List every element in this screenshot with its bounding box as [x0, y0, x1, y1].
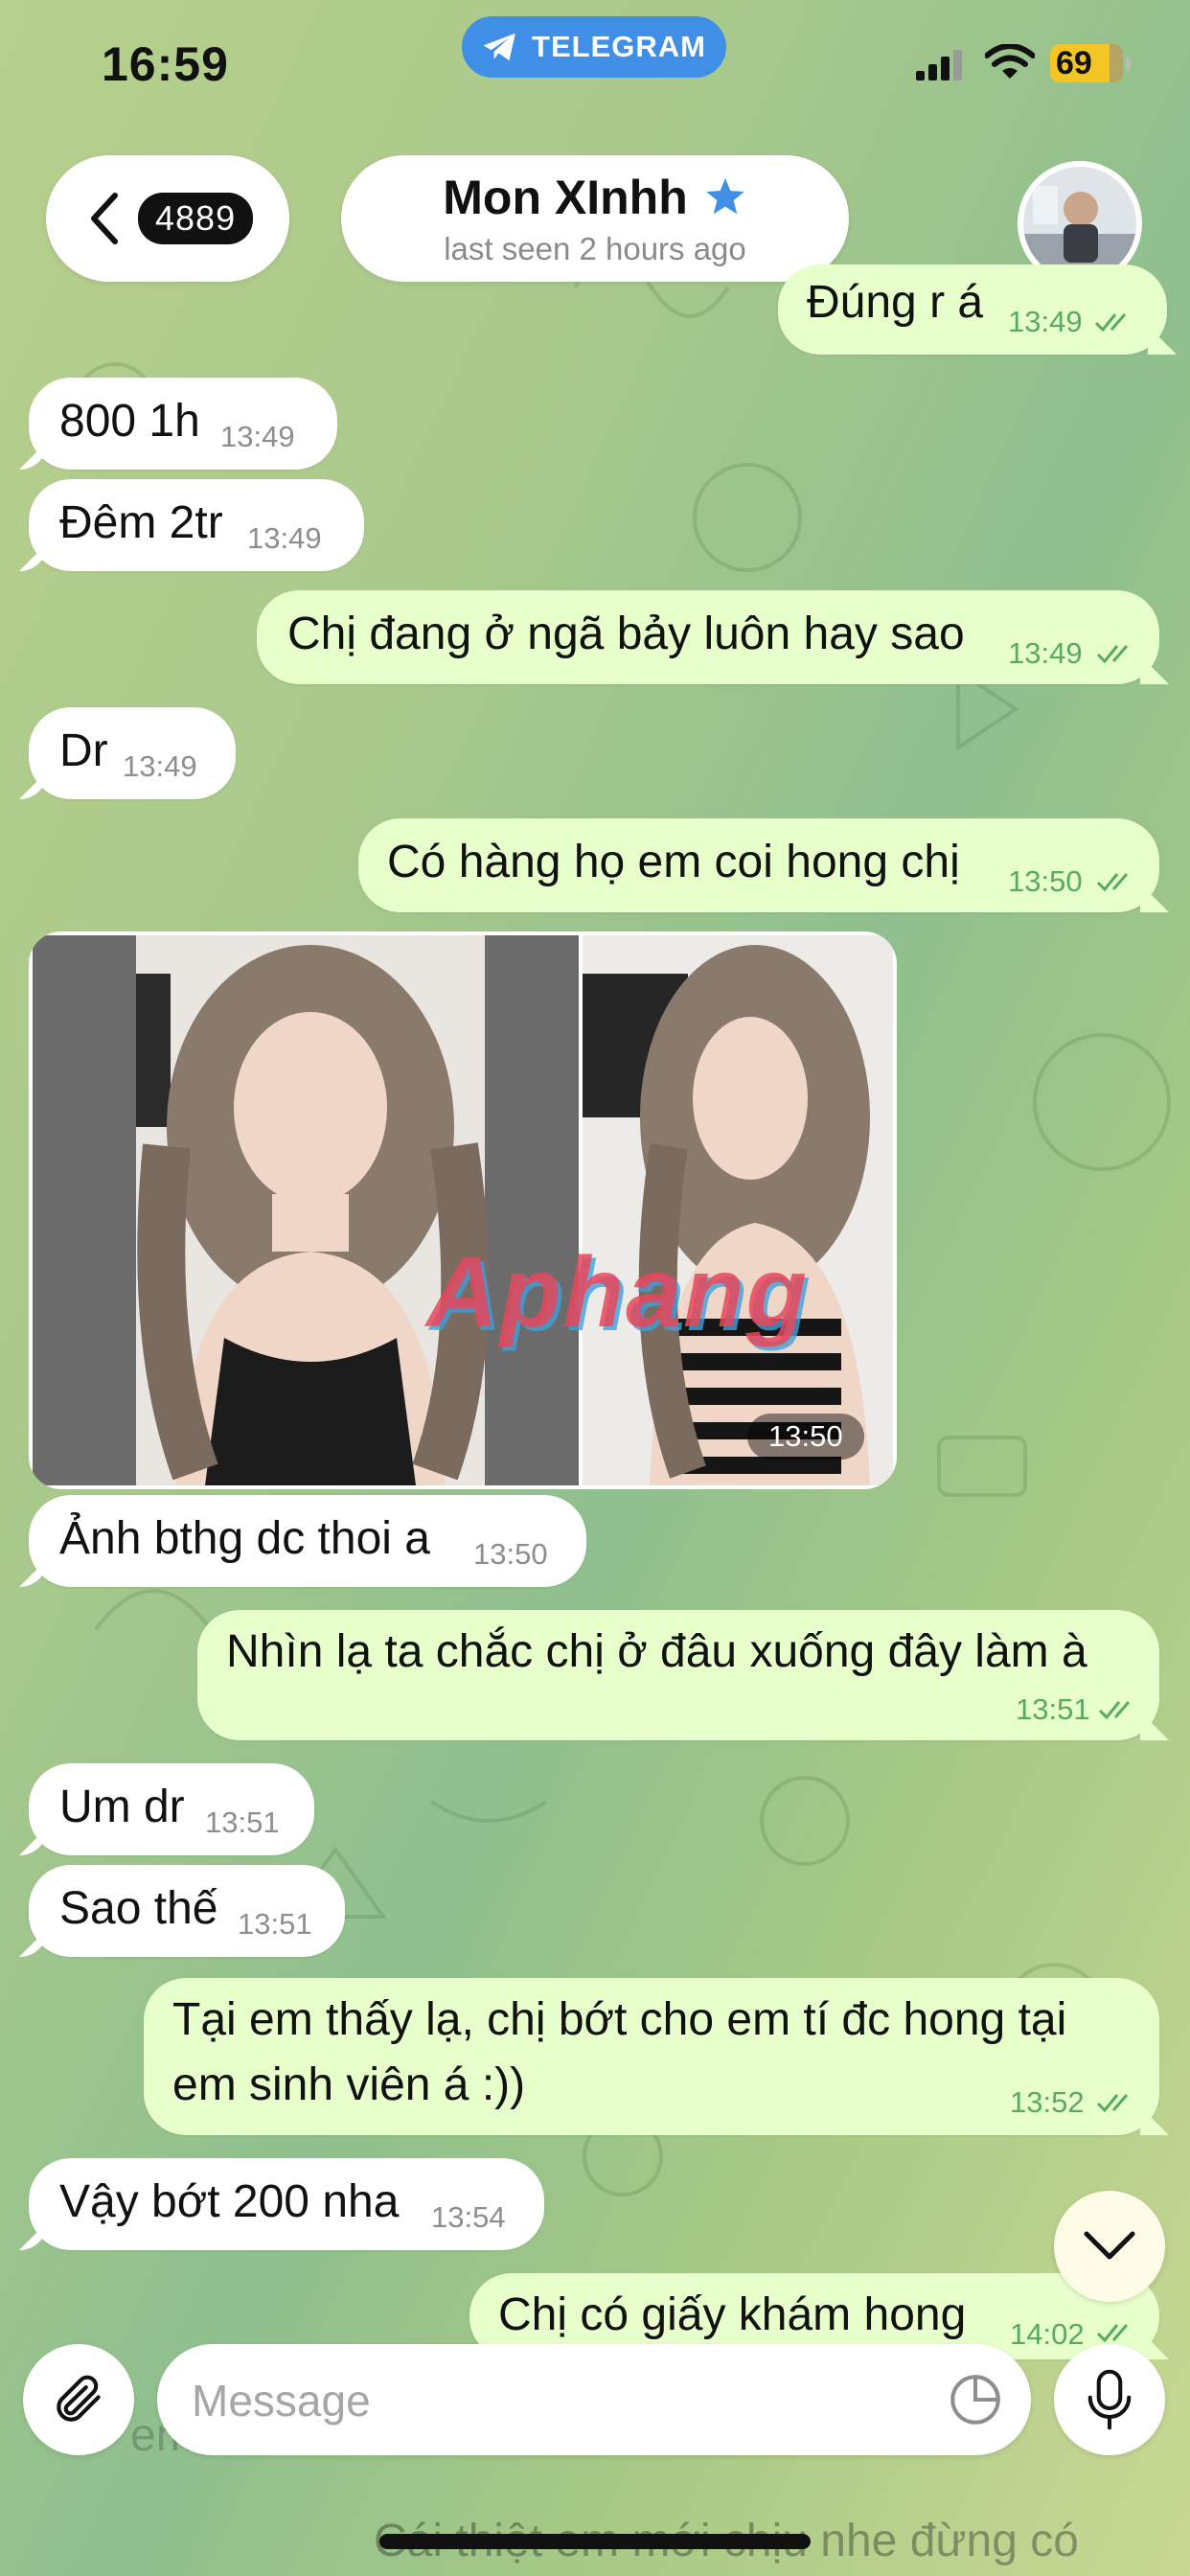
- telegram-pill[interactable]: TELEGRAM: [462, 16, 726, 78]
- chat-last-seen: last seen 2 hours ago: [444, 231, 746, 266]
- premium-star-icon: [706, 177, 744, 215]
- double-check-icon: [1096, 2324, 1129, 2343]
- message-bubble-outgoing[interactable]: Đúng r á 13:49: [778, 264, 1167, 355]
- message-bubble-incoming[interactable]: Sao thế 13:51: [29, 1865, 345, 1957]
- message-bubble-incoming[interactable]: Ảnh bthg dc thoi a 13:50: [29, 1495, 586, 1587]
- message-text: Ảnh bthg dc thoi a: [59, 1513, 430, 1564]
- message-text-line-2: em sinh viên á :)): [172, 2059, 526, 2110]
- status-time: 16:59: [102, 37, 229, 91]
- sticker-icon[interactable]: [947, 2371, 1004, 2428]
- message-text: Chị đang ở ngã bảy luôn hay sao: [287, 609, 965, 659]
- double-check-icon: [1094, 313, 1127, 333]
- photo-2-image: [583, 935, 893, 1485]
- double-check-icon: [1096, 873, 1129, 892]
- message-time: 13:49: [1008, 636, 1083, 670]
- back-button[interactable]: 4889: [46, 155, 289, 282]
- message-bubble-outgoing[interactable]: Chị đang ở ngã bảy luôn hay sao 13:49: [257, 590, 1159, 684]
- message-time: 13:49: [123, 749, 197, 783]
- message-text: Dr: [59, 725, 108, 776]
- double-check-icon: [1096, 2094, 1129, 2113]
- photo-time: 13:50: [747, 1414, 864, 1460]
- photo-album[interactable]: [29, 932, 897, 1489]
- chevron-down-icon: [1084, 2231, 1135, 2260]
- message-time: 13:51: [238, 1907, 312, 1941]
- message-text: Nhìn lạ ta chắc chị ở đâu xuống đây làm …: [226, 1626, 1087, 1677]
- message-input[interactable]: [190, 2371, 922, 2430]
- message-time: 13:50: [473, 1537, 548, 1571]
- home-indicator: [379, 2534, 811, 2549]
- avatar-image: [1023, 167, 1136, 280]
- battery-level: 69: [1056, 44, 1092, 81]
- message-text: Vậy bớt 200 nha: [59, 2176, 400, 2227]
- message-time: 13:51: [1016, 1692, 1090, 1726]
- message-time: 13:54: [431, 2200, 506, 2234]
- unread-count-badge: 4889: [138, 193, 254, 244]
- message-time: 13:49: [1008, 305, 1083, 338]
- photo-1[interactable]: [33, 935, 579, 1485]
- message-text: 800 1h: [59, 396, 200, 447]
- message-text: Sao thế: [59, 1883, 218, 1934]
- chevron-left-icon: [91, 193, 118, 244]
- message-bubble-outgoing[interactable]: Tại em thấy lạ, chị bớt cho em tí đc hon…: [144, 1978, 1159, 2135]
- message-text: Đúng r á: [807, 277, 984, 328]
- signal-bars-icon: [916, 50, 962, 80]
- message-time: 13:51: [205, 1806, 280, 1839]
- double-check-icon: [1098, 1701, 1131, 1720]
- message-text: Um dr: [59, 1782, 185, 1832]
- message-time: 13:49: [220, 420, 295, 453]
- message-time: 13:49: [247, 521, 322, 555]
- message-text: Tại em thấy lạ, chị bớt cho em tí đc hon…: [172, 1994, 1067, 2045]
- battery-indicator: 69: [1050, 44, 1131, 82]
- chat-name: Mon XInhh: [443, 171, 688, 224]
- message-text: Chị có giấy khám hong: [498, 2289, 967, 2340]
- message-bubble-incoming[interactable]: Um dr 13:51: [29, 1763, 314, 1855]
- message-time: 14:02: [1010, 2317, 1085, 2351]
- voice-record-button[interactable]: [1054, 2344, 1165, 2455]
- scroll-to-bottom-button[interactable]: [1054, 2191, 1165, 2302]
- message-text: Đêm 2tr: [59, 497, 223, 548]
- message-bubble-outgoing[interactable]: Nhìn lạ ta chắc chị ở đâu xuống đây làm …: [197, 1610, 1159, 1740]
- photo-2[interactable]: [583, 935, 893, 1485]
- telegram-plane-icon: [483, 33, 515, 61]
- double-check-icon: [1096, 645, 1129, 664]
- photo-1-image: [33, 935, 579, 1485]
- message-bubble-incoming[interactable]: Đêm 2tr 13:49: [29, 479, 364, 571]
- watermark: Aphang: [426, 1237, 810, 1348]
- message-input-field[interactable]: [157, 2344, 1031, 2455]
- attach-button[interactable]: [23, 2344, 134, 2455]
- message-bubble-incoming[interactable]: 800 1h 13:49: [29, 378, 337, 470]
- microphone-icon: [1087, 2369, 1132, 2430]
- message-time: 13:52: [1010, 2085, 1085, 2119]
- telegram-pill-label: TELEGRAM: [532, 30, 706, 63]
- wifi-icon: [985, 44, 1035, 79]
- paperclip-icon: [57, 2375, 101, 2422]
- message-bubble-incoming[interactable]: Dr 13:49: [29, 707, 236, 799]
- message-time: 13:50: [1008, 864, 1083, 898]
- message-text: Có hàng họ em coi hong chị: [387, 837, 960, 887]
- message-bubble-incoming[interactable]: Vậy bớt 200 nha 13:54: [29, 2158, 544, 2250]
- chat-title-button[interactable]: Mon XInhh last seen 2 hours ago: [341, 155, 849, 282]
- message-bubble-outgoing[interactable]: Có hàng họ em coi hong chị 13:50: [358, 818, 1159, 912]
